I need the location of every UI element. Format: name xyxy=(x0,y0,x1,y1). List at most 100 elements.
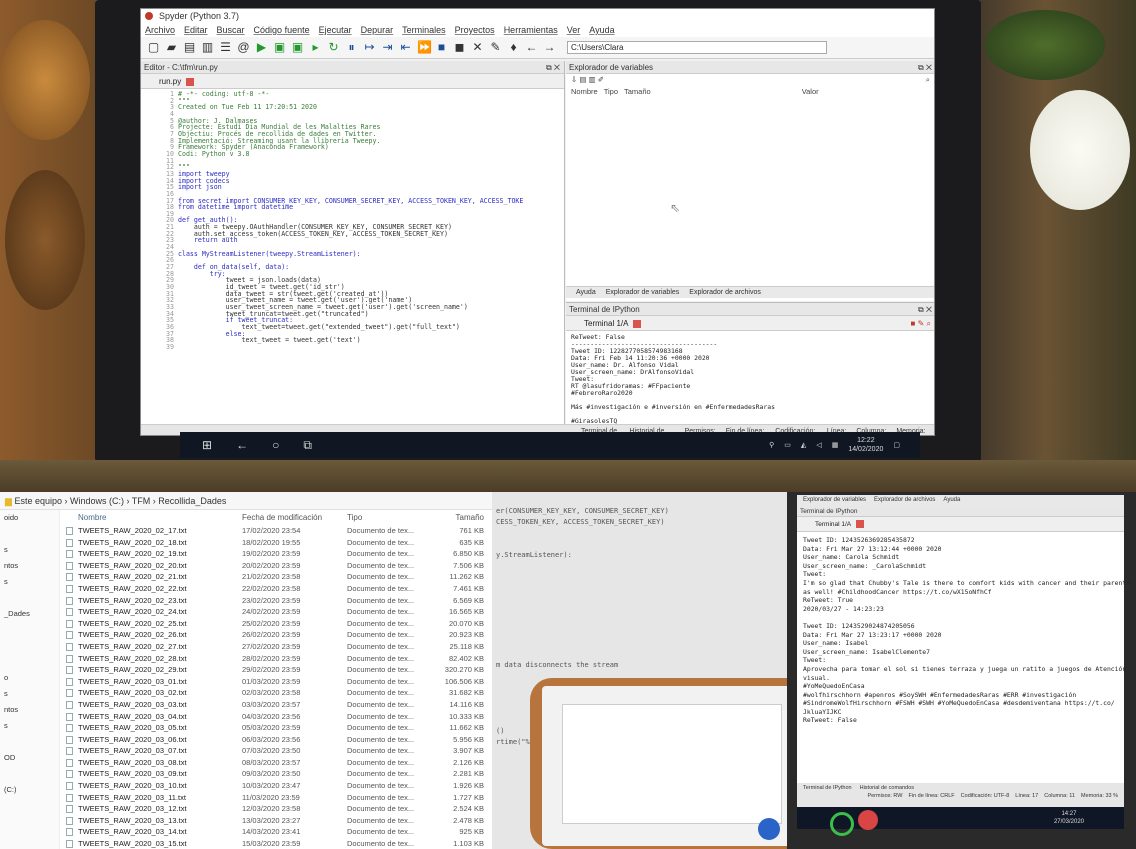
code-line[interactable]: 23 return auth xyxy=(141,237,564,244)
file-row[interactable]: TWEETS_RAW_2020_02_25.txt 25/02/2020 23:5… xyxy=(62,618,492,630)
file-row[interactable]: TWEETS_RAW_2020_03_07.txt 07/03/2020 23:5… xyxy=(62,745,492,757)
run-icon[interactable]: ▶ xyxy=(255,41,268,54)
nav-item[interactable] xyxy=(0,766,59,782)
menu-proyectos[interactable]: Proyectos xyxy=(455,23,495,37)
tab-explorador-variables[interactable]: Explorador de variables xyxy=(803,495,866,506)
file-row[interactable]: TWEETS_RAW_2020_03_13.txt 13/03/2020 23:2… xyxy=(62,815,492,827)
preferences-icon[interactable]: ✎ xyxy=(489,41,502,54)
task-view-icon[interactable]: ⧉ xyxy=(303,438,312,453)
people-icon[interactable]: ⚲ xyxy=(769,441,774,449)
stop-icon[interactable]: ■ xyxy=(435,41,448,54)
tab-explorador-variables[interactable]: Explorador de variables xyxy=(606,287,680,298)
code-line[interactable]: 15 import json xyxy=(141,184,564,191)
code-line[interactable]: 1 # -*- coding: utf-8 -*- xyxy=(141,91,564,98)
file-row[interactable]: TWEETS_RAW_2020_02_21.txt 21/02/2020 23:5… xyxy=(62,571,492,583)
console-options-icon[interactable]: ■ ✎ ⌕ xyxy=(911,316,931,331)
nav-item[interactable]: OD xyxy=(0,750,59,766)
file-row[interactable]: TWEETS_RAW_2020_03_12.txt 12/03/2020 23:5… xyxy=(62,803,492,815)
file-row[interactable]: TWEETS_RAW_2020_02_27.txt 27/02/2020 23:5… xyxy=(62,641,492,653)
tab-ayuda[interactable]: Ayuda xyxy=(943,495,960,506)
nav-item[interactable] xyxy=(0,734,59,750)
tab-explorador-archivos[interactable]: Explorador de archivos xyxy=(689,287,761,298)
code-line[interactable]: 38 text_tweet = tweet.get('text') xyxy=(141,337,564,344)
file-row[interactable]: TWEETS_RAW_2020_03_11.txt 11/03/2020 23:5… xyxy=(62,792,492,804)
tab-ayuda[interactable]: Ayuda xyxy=(576,287,596,298)
battery-icon[interactable]: ▭ xyxy=(784,441,791,449)
back-arrow-icon[interactable]: ← xyxy=(236,438,248,452)
file-row[interactable]: TWEETS_RAW_2020_02_23.txt 23/02/2020 23:5… xyxy=(62,595,492,607)
file-row[interactable]: TWEETS_RAW_2020_03_03.txt 03/03/2020 23:5… xyxy=(62,699,492,711)
col-fecha[interactable]: Fecha de modificación xyxy=(242,510,347,525)
col-nombre[interactable]: Nombre xyxy=(62,510,242,525)
code-editor[interactable]: 1 # -*- coding: utf-8 -*- 2 """ 3 Created on … xyxy=(141,89,564,351)
cortana-ring-icon[interactable] xyxy=(830,812,854,836)
col-valor[interactable]: Valor xyxy=(802,86,819,98)
menu-depurar[interactable]: Depurar xyxy=(361,23,394,37)
nav-item[interactable]: ntos xyxy=(0,702,59,718)
back-icon[interactable]: ← xyxy=(525,41,538,54)
file-row[interactable]: TWEETS_RAW_2020_02_20.txt 20/02/2020 23:5… xyxy=(62,560,492,572)
keyboard-icon[interactable]: ▦ xyxy=(832,441,839,449)
continue-icon[interactable]: ⏩ xyxy=(417,41,432,54)
volume-icon[interactable]: ◁ xyxy=(816,441,821,449)
file-row[interactable]: TWEETS_RAW_2020_03_14.txt 14/03/2020 23:4… xyxy=(62,826,492,838)
cortana-icon[interactable]: ○ xyxy=(272,438,279,452)
nav-item[interactable]: s xyxy=(0,542,59,558)
breadcrumb-path[interactable]: Este equipo › Windows (C:) › TFM › Recol… xyxy=(14,496,226,506)
file-row[interactable]: TWEETS_RAW_2020_02_29.txt 29/02/2020 23:5… xyxy=(62,664,492,676)
nav-item[interactable]: _Dades xyxy=(0,606,59,622)
file-row[interactable]: TWEETS_RAW_2020_03_08.txt 08/03/2020 23:5… xyxy=(62,757,492,769)
working-directory-input[interactable]: C:\Users\Clara xyxy=(567,41,827,54)
col-tipo[interactable]: Tipo xyxy=(347,510,432,525)
file-row[interactable]: TWEETS_RAW_2020_03_10.txt 10/03/2020 23:4… xyxy=(62,780,492,792)
nav-item[interactable]: s xyxy=(0,718,59,734)
file-row[interactable]: TWEETS_RAW_2020_02_26.txt 26/02/2020 23:5… xyxy=(62,629,492,641)
close-tab-icon[interactable] xyxy=(633,319,642,328)
list-icon[interactable]: ☰ xyxy=(219,41,232,54)
close-tab-icon[interactable] xyxy=(855,520,864,529)
debug-icon[interactable]: ⏸ xyxy=(345,41,358,54)
nav-item[interactable] xyxy=(0,622,59,638)
pane-close-icon[interactable]: ⧉ ✕ xyxy=(918,61,932,74)
step-return-icon[interactable]: ⇤ xyxy=(399,41,412,54)
nav-item[interactable]: oido xyxy=(0,510,59,526)
save-icon[interactable]: ▤ xyxy=(183,41,196,54)
console-output[interactable]: ReTweet: False -------------------------… xyxy=(566,331,934,436)
tab-terminal-1a[interactable]: Terminal 1/A xyxy=(584,319,628,328)
file-row[interactable]: TWEETS_RAW_2020_03_02.txt 02/03/2020 23:5… xyxy=(62,687,492,699)
file-row[interactable]: TWEETS_RAW_2020_02_17.txt 17/02/2020 23:5… xyxy=(62,525,492,537)
notifications-icon[interactable]: ▢ xyxy=(893,441,900,449)
file-row[interactable]: TWEETS_RAW_2020_03_15.txt 15/03/2020 23:5… xyxy=(62,838,492,849)
code-line[interactable]: 10 Codi: Python v 3.8 xyxy=(141,151,564,158)
menu-ayuda[interactable]: Ayuda xyxy=(589,23,614,37)
monitor-console-output[interactable]: Tweet ID: 1243526369285435872 Data: Fri … xyxy=(797,532,1130,729)
menu-ver[interactable]: Ver xyxy=(567,23,581,37)
code-line[interactable]: 18 from datetime import datetime xyxy=(141,204,564,211)
run-cell-icon[interactable]: ▣ xyxy=(273,41,286,54)
tray-clock[interactable]: 12:22 14/02/2020 xyxy=(848,436,883,454)
save-all-icon[interactable]: ▥ xyxy=(201,41,214,54)
pane-close-icon[interactable]: ⧉ ✕ xyxy=(546,61,560,74)
nav-item[interactable] xyxy=(0,638,59,654)
rerun-icon[interactable]: ↻ xyxy=(327,41,340,54)
fullscreen-icon[interactable]: ✕ xyxy=(471,41,484,54)
file-row[interactable]: TWEETS_RAW_2020_03_01.txt 01/03/2020 23:5… xyxy=(62,676,492,688)
code-line[interactable]: 3 Created on Tue Feb 11 17:20:51 2020 xyxy=(141,104,564,111)
nav-item[interactable]: (C:) xyxy=(0,782,59,798)
nav-item[interactable]: s xyxy=(0,574,59,590)
menu-editar[interactable]: Editar xyxy=(184,23,208,37)
python-path-icon[interactable]: ♦ xyxy=(507,41,520,54)
nav-item[interactable] xyxy=(0,590,59,606)
step-into-icon[interactable]: ⇥ xyxy=(381,41,394,54)
erase-icon[interactable]: ✐ xyxy=(598,75,604,84)
code-line[interactable]: 25 class MyStreamListener(tweepy.StreamLi… xyxy=(141,251,564,258)
file-row[interactable]: TWEETS_RAW_2020_02_22.txt 22/02/2020 23:5… xyxy=(62,583,492,595)
tab-explorador-archivos[interactable]: Explorador de archivos xyxy=(874,495,935,506)
app-taskbar-icon[interactable] xyxy=(858,810,878,830)
file-row[interactable]: TWEETS_RAW_2020_02_24.txt 24/02/2020 23:5… xyxy=(62,606,492,618)
col-tipo[interactable]: Tipo xyxy=(604,86,618,98)
maximize-pane-icon[interactable]: ◼ xyxy=(453,41,466,54)
file-row[interactable]: TWEETS_RAW_2020_02_18.txt 18/02/2020 19:5… xyxy=(62,537,492,549)
nav-item[interactable]: s xyxy=(0,686,59,702)
open-folder-icon[interactable]: ▰ xyxy=(165,41,178,54)
